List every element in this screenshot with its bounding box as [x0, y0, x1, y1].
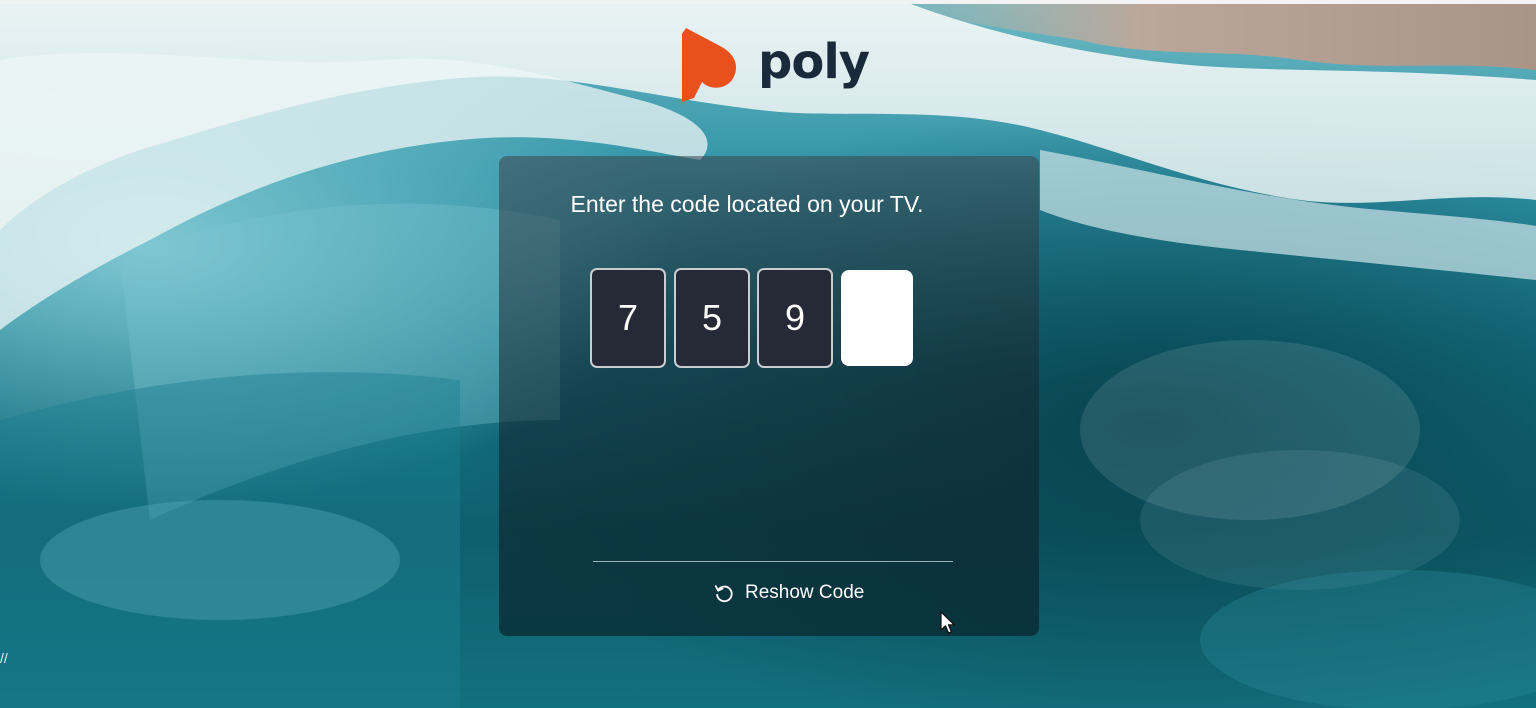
divider	[593, 561, 953, 562]
code-digit-1[interactable]: 7	[590, 268, 666, 368]
poly-logo-mark-icon	[682, 28, 736, 102]
code-digit-3[interactable]: 9	[757, 268, 833, 368]
code-digit-4[interactable]	[841, 270, 913, 366]
brand-name: poly	[758, 34, 870, 90]
poly-logo: poly	[680, 24, 870, 104]
code-prompt: Enter the code located on your TV.	[570, 191, 924, 217]
pairing-page: poly Enter the code located on your TV. …	[0, 0, 1536, 708]
top-strip	[0, 0, 1536, 4]
reshow-code-label: Reshow Code	[745, 582, 865, 603]
mouse-pointer-icon	[940, 611, 955, 634]
corner-mark: //	[0, 650, 8, 666]
refresh-icon	[714, 585, 733, 603]
reshow-code-button[interactable]: Reshow Code	[713, 580, 864, 606]
pairing-card: Enter the code located on your TV. 7 5 9…	[499, 156, 1039, 636]
code-digit-2[interactable]: 5	[674, 268, 750, 368]
